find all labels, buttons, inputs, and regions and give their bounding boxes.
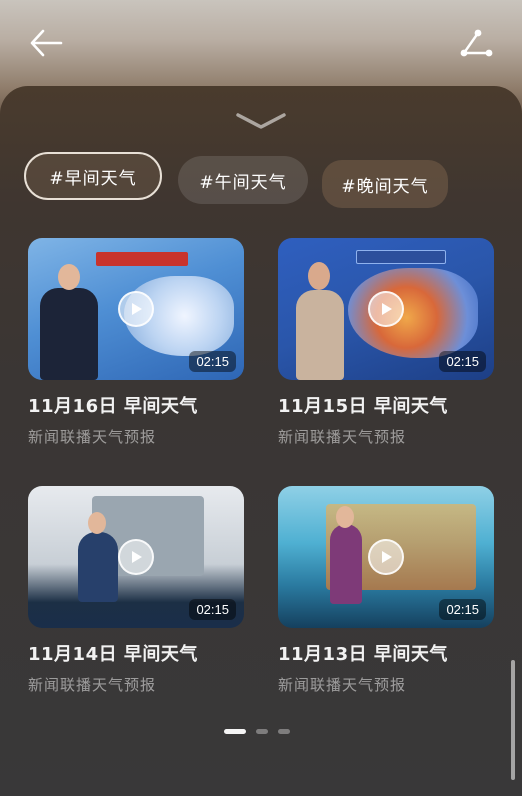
- play-button[interactable]: [368, 291, 404, 327]
- chip-label: #午间天气: [199, 172, 287, 193]
- video-title[interactable]: 11月13日 早间天气: [278, 640, 494, 666]
- video-thumbnail[interactable]: 02:15: [278, 486, 494, 628]
- presenter: [330, 524, 362, 604]
- broadcast-banner: [96, 252, 188, 266]
- chip-morning-weather[interactable]: #早间天气: [24, 152, 162, 200]
- video-card[interactable]: 02:15 11月14日 早间天气 新闻联播天气预报: [28, 486, 244, 695]
- chip-label: #晚间天气: [341, 176, 429, 197]
- video-subtitle: 新闻联播天气预报: [28, 676, 157, 694]
- chip-noon-weather[interactable]: #午间天气: [178, 156, 308, 204]
- presenter-head: [88, 512, 106, 534]
- play-button[interactable]: [368, 539, 404, 575]
- video-duration: 02:15: [439, 351, 486, 372]
- collapse-handle[interactable]: [234, 110, 288, 132]
- video-card[interactable]: 02:15 11月16日 早间天气 新闻联播天气预报: [28, 238, 244, 447]
- video-title[interactable]: 11月14日 早间天气: [28, 640, 244, 666]
- chip-label: #早间天气: [49, 168, 137, 189]
- play-button[interactable]: [118, 539, 154, 575]
- scrollbar[interactable]: [511, 660, 515, 780]
- top-bar: [0, 0, 522, 86]
- back-button[interactable]: [26, 26, 66, 60]
- video-duration: 02:15: [439, 599, 486, 620]
- presenter: [296, 290, 344, 380]
- video-card[interactable]: 02:15 11月15日 早间天气 新闻联播天气预报: [278, 238, 494, 447]
- play-button[interactable]: [118, 291, 154, 327]
- play-icon: [382, 551, 392, 563]
- share-button[interactable]: [456, 26, 496, 60]
- video-subtitle: 新闻联播天气预报: [28, 428, 157, 446]
- video-duration: 02:15: [189, 599, 236, 620]
- play-icon: [132, 551, 142, 563]
- video-card[interactable]: 02:15 11月13日 早间天气 新闻联播天气预报: [278, 486, 494, 695]
- video-thumbnail[interactable]: 02:15: [28, 238, 244, 380]
- arrow-left-icon: [30, 29, 63, 57]
- share-icon: [460, 29, 493, 57]
- presenter: [78, 532, 118, 602]
- page-dot[interactable]: [256, 729, 268, 734]
- video-duration: 02:15: [189, 351, 236, 372]
- presenter-head: [308, 262, 330, 290]
- play-icon: [132, 303, 142, 315]
- video-subtitle: 新闻联播天气预报: [278, 428, 407, 446]
- presenter: [40, 288, 98, 380]
- video-subtitle: 新闻联播天气预报: [278, 676, 407, 694]
- video-thumbnail[interactable]: 02:15: [28, 486, 244, 628]
- broadcast-banner: [356, 250, 446, 264]
- video-title[interactable]: 11月16日 早间天气: [28, 392, 244, 418]
- chip-evening-weather[interactable]: #晚间天气: [322, 160, 448, 208]
- page-indicator: [224, 729, 290, 734]
- presenter-head: [336, 506, 354, 528]
- presenter-head: [58, 264, 80, 290]
- chevron-down-icon: [236, 113, 286, 129]
- page-dot[interactable]: [224, 729, 246, 734]
- page-dot[interactable]: [278, 729, 290, 734]
- play-icon: [382, 303, 392, 315]
- video-title[interactable]: 11月15日 早间天气: [278, 392, 494, 418]
- video-thumbnail[interactable]: 02:15: [278, 238, 494, 380]
